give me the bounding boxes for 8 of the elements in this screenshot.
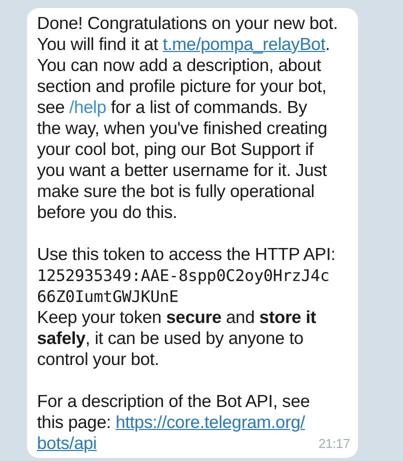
link[interactable]: t.me/pompa_relayBot [162, 34, 326, 54]
link[interactable]: bots/api [37, 433, 97, 453]
message-time: 21:17 [318, 436, 350, 452]
message-paragraph: Use this token to access the HTTP API: 1252935349:AAE-8spp0C2oy0HrzJ4c 66Z0IumtGWJKUnE Keep your token secure and store it safely, it can be used by anyone to control your bot. [37, 244, 336, 370]
message-paragraph: For a description of the Bot API, see this page: https://core.telegram.org/ bots/api [37, 391, 310, 454]
message-paragraph: Done! Congratulations on your new bot. You will find it at t.me/pompa_relayBot. You can now add a description, about section and profile picture for your bot, see /help for a list of commands. By the way, when you've finished creating your cool bot, ping our Bot Support if you want a better username for it. Just make sure the bot is fully operational before you do this. [37, 13, 338, 223]
link[interactable]: https://core.telegram.org/ [116, 412, 305, 432]
command-link[interactable]: /help [69, 97, 106, 117]
